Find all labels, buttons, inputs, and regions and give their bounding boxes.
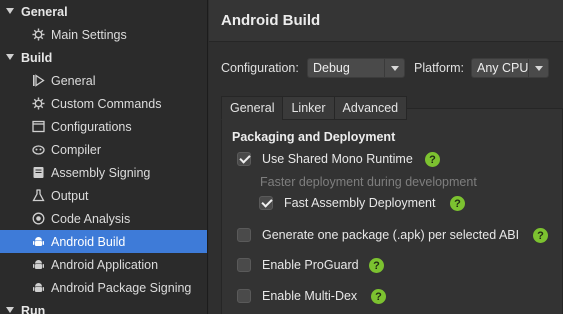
android-icon [33,237,44,246]
help-icon[interactable]: ? [425,152,440,167]
option-label: Fast Assembly Deployment [284,196,436,210]
sidebar-item-android-package-signing[interactable]: Android Package Signing [0,276,207,299]
sidebar-item-label: Assembly Signing [51,165,151,180]
sidebar-item-label: Output [51,188,89,203]
target-icon [32,212,45,225]
configuration-label: Configuration: [221,61,299,75]
option-fast-assembly-deployment: Fast Assembly Deployment ? [259,193,559,215]
platform-label: Platform: [414,61,465,75]
configuration-dropdown[interactable]: Debug [307,58,405,78]
sidebar-group-run[interactable]: Run [0,299,207,314]
help-icon[interactable]: ? [450,196,465,211]
sidebar-item-main-settings[interactable]: Main Settings [0,23,207,46]
shared-mono-runtime-checkbox[interactable] [237,152,251,166]
android-icon [33,260,44,269]
help-icon[interactable]: ? [533,228,548,243]
sidebar-item-configurations[interactable]: Configurations [0,115,207,138]
platform-dropdown[interactable]: Any CPU [471,58,549,78]
content-header: Android Build [209,0,563,42]
option-label: Use Shared Mono Runtime [262,152,413,166]
sidebar-item-build-general[interactable]: General [0,69,207,92]
fast-assembly-deployment-checkbox[interactable] [259,196,273,210]
help-icon[interactable]: ? [371,289,386,304]
enable-multidex-checkbox[interactable] [237,289,251,303]
sidebar-group-label: Build [21,50,53,65]
option-label: Enable ProGuard [262,258,359,272]
sidebar-item-label: Custom Commands [51,96,162,111]
gear-icon [32,28,45,41]
sidebar-group-label: Run [21,303,46,314]
window-icon [32,120,45,133]
sidebar-item-code-analysis[interactable]: Code Analysis [0,207,207,230]
tab-linker[interactable]: Linker [282,96,335,120]
option-enable-multidex: Enable Multi-Dex ? [237,286,557,308]
certificate-icon [33,167,44,178]
option-label: Enable Multi-Dex [262,289,358,303]
help-icon[interactable]: ? [369,258,384,273]
chevron-down-icon [6,54,14,60]
sidebar-item-label: Android Build [51,234,126,249]
configuration-value: Debug [313,61,350,75]
sidebar-item-label: Compiler [51,142,102,157]
sidebar-item-android-application[interactable]: Android Application [0,253,207,276]
tab-advanced[interactable]: Advanced [333,96,408,120]
page-title: Android Build [221,12,321,29]
compiler-icon [32,145,45,155]
enable-proguard-checkbox[interactable] [237,258,251,272]
platform-value: Any CPU [477,61,529,75]
sidebar-item-android-build[interactable]: Android Build [0,230,207,253]
sidebar-group-build[interactable]: Build [0,46,207,69]
options-sidebar: General Main Settings Build General Cust [0,0,208,314]
android-icon [33,283,44,292]
sidebar-item-label: Configurations [51,119,132,134]
sidebar-item-label: Main Settings [51,27,127,42]
gear-icon [32,97,45,110]
chevron-down-icon [6,307,14,313]
options-content: Android Build Configuration: Debug Platf… [209,0,563,314]
sidebar-group-label: General [21,4,68,19]
section-title: Packaging and Deployment [232,130,396,144]
sidebar-item-label: Android Package Signing [51,280,192,295]
option-enable-proguard: Enable ProGuard ? [237,255,557,277]
flask-icon [32,189,45,202]
sidebar-item-output[interactable]: Output [0,184,207,207]
per-abi-package-checkbox[interactable] [237,228,251,242]
sidebar-group-general[interactable]: General [0,0,207,23]
option-hint: Faster deployment during development [260,175,477,189]
chevron-down-icon [528,59,548,77]
chevron-down-icon [6,8,14,14]
sidebar-item-assembly-signing[interactable]: Assembly Signing [0,161,207,184]
play-icon [33,74,45,87]
project-options-window: General Main Settings Build General Cust [0,0,563,314]
sidebar-item-label: Code Analysis [51,211,131,226]
sidebar-item-compiler[interactable]: Compiler [0,138,207,161]
option-label: Generate one package (.apk) per selected… [262,228,520,242]
option-per-abi-package: Generate one package (.apk) per selected… [237,225,557,247]
sidebar-item-label: General [51,73,96,88]
option-shared-mono-runtime: Use Shared Mono Runtime ? [237,149,557,171]
chevron-down-icon [384,59,404,77]
sidebar-item-custom-commands[interactable]: Custom Commands [0,92,207,115]
sidebar-item-label: Android Application [51,257,159,272]
configuration-row: Configuration: Debug Platform: Any CPU [209,56,563,80]
tab-bar: General Linker Advanced [221,96,408,120]
tab-general[interactable]: General [221,96,284,120]
